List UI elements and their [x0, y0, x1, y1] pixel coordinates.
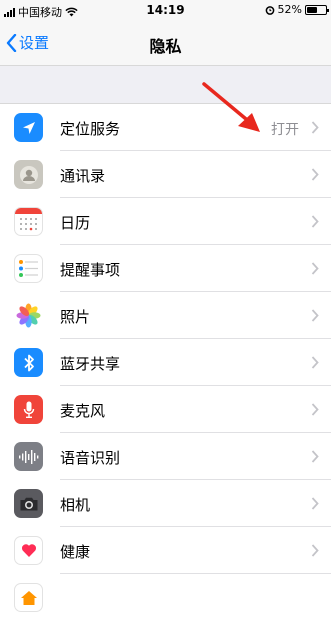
- chevron-right-icon: [311, 121, 319, 134]
- row-label: 提醒事项: [60, 261, 121, 279]
- row-partial[interactable]: [0, 574, 331, 621]
- chevron-right-icon: [311, 356, 319, 369]
- chevron-right-icon: [311, 497, 319, 510]
- row-contacts[interactable]: 通讯录: [0, 151, 331, 198]
- chevron-right-icon: [311, 262, 319, 275]
- row-label: 定位服务: [60, 120, 121, 138]
- navigation-bar: 设置 隐私: [0, 22, 331, 66]
- chevron-right-icon: [311, 544, 319, 557]
- page-title: 隐私: [149, 37, 182, 56]
- bluetooth-icon: [14, 348, 43, 377]
- row-label: 相机: [60, 496, 91, 514]
- speech-recognition-icon: [14, 442, 43, 471]
- row-health[interactable]: 健康: [0, 527, 331, 574]
- chevron-right-icon: [311, 403, 319, 416]
- row-label: 蓝牙共享: [60, 355, 121, 373]
- row-location-services[interactable]: 定位服务 打开: [0, 104, 331, 151]
- chevron-right-icon: [311, 168, 319, 181]
- row-label: 通讯录: [60, 167, 106, 185]
- row-label: 麦克风: [60, 402, 106, 420]
- home-icon: [14, 583, 43, 612]
- row-photos[interactable]: 照片: [0, 292, 331, 339]
- battery-icon: [305, 4, 329, 15]
- row-reminders[interactable]: 提醒事项: [0, 245, 331, 292]
- location-icon: [14, 113, 43, 142]
- chevron-right-icon: [311, 309, 319, 322]
- chevron-right-icon: [311, 215, 319, 228]
- row-label: 日历: [60, 214, 91, 232]
- alarm-icon: [265, 5, 274, 15]
- privacy-list: 定位服务 打开 通讯录 日历 提醒事项 照片 蓝牙共享 麦克风 语音识别 相机 …: [0, 103, 331, 621]
- row-label: 照片: [60, 308, 91, 326]
- calendar-icon: [14, 207, 43, 236]
- contacts-icon: [14, 160, 43, 189]
- row-value: 打开: [271, 122, 299, 138]
- battery-percent: 52%: [277, 3, 302, 16]
- row-microphone[interactable]: 麦克风: [0, 386, 331, 433]
- reminders-icon: [14, 254, 43, 283]
- microphone-icon: [14, 395, 43, 424]
- health-icon: [14, 536, 43, 565]
- row-speech-recognition[interactable]: 语音识别: [0, 433, 331, 480]
- photos-icon: [14, 301, 43, 330]
- row-label: 健康: [60, 543, 91, 561]
- row-label: 语音识别: [60, 449, 121, 467]
- chevron-right-icon: [311, 450, 319, 463]
- camera-icon: [14, 489, 43, 518]
- row-calendar[interactable]: 日历: [0, 198, 331, 245]
- row-bluetooth-sharing[interactable]: 蓝牙共享: [0, 339, 331, 386]
- row-camera[interactable]: 相机: [0, 480, 331, 527]
- status-bar: 中国移动 14:19 52%: [0, 0, 331, 22]
